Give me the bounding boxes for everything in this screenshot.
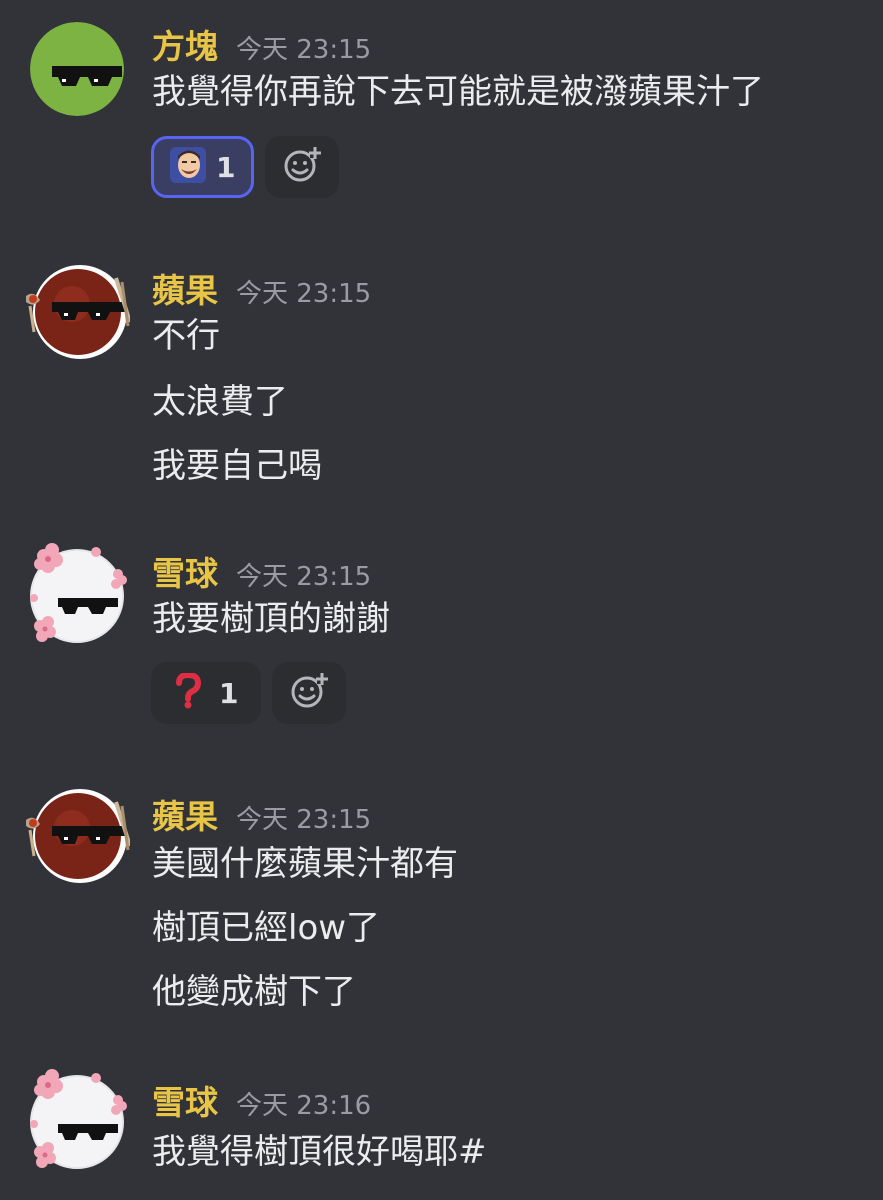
message-header: 蘋果今天 23:15 bbox=[152, 790, 371, 838]
avatar[interactable] bbox=[20, 786, 130, 896]
username[interactable]: 蘋果 bbox=[152, 797, 218, 836]
laughing-man-emoji-icon bbox=[170, 147, 206, 187]
reaction-count: 1 bbox=[219, 677, 238, 710]
timestamp: 今天 23:16 bbox=[236, 1091, 371, 1121]
message-text: 我覺得你再說下去可能就是被潑蘋果汁了 bbox=[152, 72, 764, 112]
reaction-button[interactable]: 1 bbox=[151, 662, 261, 724]
timestamp: 今天 23:15 bbox=[236, 279, 371, 309]
timestamp: 今天 23:15 bbox=[236, 562, 371, 592]
message-header: 蘋果今天 23:15 bbox=[152, 264, 371, 312]
message-text: 不行 bbox=[152, 316, 220, 356]
add-reaction-icon bbox=[283, 146, 321, 188]
avatar[interactable] bbox=[22, 1064, 132, 1174]
avatar[interactable] bbox=[22, 538, 132, 648]
message-text: 樹頂已經low了 bbox=[152, 908, 380, 948]
username[interactable]: 蘋果 bbox=[152, 271, 218, 310]
message-text: 他變成樹下了 bbox=[152, 972, 356, 1012]
timestamp: 今天 23:15 bbox=[236, 805, 371, 835]
red-question-mark-emoji-icon bbox=[175, 673, 201, 713]
username[interactable]: 雪球 bbox=[152, 1083, 218, 1122]
message-text: 太浪費了 bbox=[152, 382, 288, 422]
avatar[interactable] bbox=[20, 262, 130, 372]
add-reaction-button[interactable] bbox=[265, 136, 339, 198]
reaction-count: 1 bbox=[216, 151, 235, 184]
message-header: 雪球今天 23:15 bbox=[152, 547, 371, 595]
add-reaction-icon bbox=[290, 672, 328, 714]
message-header: 方塊今天 23:15 bbox=[152, 20, 371, 68]
message-text: 我要自己喝 bbox=[152, 446, 322, 486]
reaction-button[interactable]: 1 bbox=[151, 136, 254, 198]
message-text: 我要樹頂的謝謝 bbox=[152, 599, 390, 639]
avatar[interactable] bbox=[30, 22, 124, 116]
message-header: 雪球今天 23:16 bbox=[152, 1076, 371, 1124]
username[interactable]: 方塊 bbox=[152, 27, 218, 66]
message-text: 美國什麼蘋果汁都有 bbox=[152, 844, 458, 884]
username[interactable]: 雪球 bbox=[152, 554, 218, 593]
message-text: 我覺得樹頂很好喝耶# bbox=[152, 1132, 487, 1172]
add-reaction-button[interactable] bbox=[272, 662, 346, 724]
timestamp: 今天 23:15 bbox=[236, 35, 371, 65]
